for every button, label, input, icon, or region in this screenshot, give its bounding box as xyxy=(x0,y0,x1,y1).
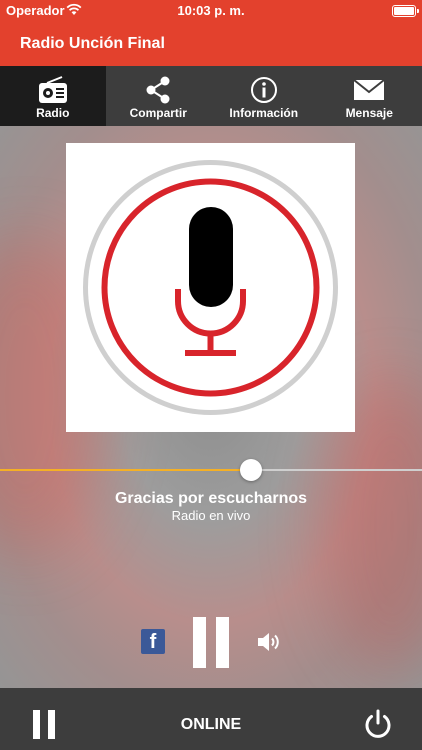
tab-compartir[interactable]: Compartir xyxy=(106,66,212,126)
app-header: Radio Unción Final xyxy=(0,22,422,66)
share-icon xyxy=(146,76,170,104)
mail-icon xyxy=(353,79,385,100)
slider-thumb[interactable] xyxy=(240,459,263,481)
status-bar: Operador 10:03 p. m. xyxy=(0,0,422,22)
player-area: Gracias por escucharnos Radio en vivo f xyxy=(0,126,422,688)
tab-informacion[interactable]: Información xyxy=(211,66,317,126)
cover-art xyxy=(66,143,355,432)
tab-informacion-label: Información xyxy=(229,106,299,120)
bottom-bar: ONLINE xyxy=(0,688,422,750)
microphone-icon xyxy=(83,160,338,415)
tab-mensaje[interactable]: Mensaje xyxy=(317,66,422,126)
progress-slider[interactable] xyxy=(0,459,422,481)
tab-bar: Radio Compartir Información Mensaje xyxy=(0,66,422,126)
radio-icon xyxy=(38,76,67,103)
clock: 10:03 p. m. xyxy=(177,3,245,18)
track-title: Gracias por escucharnos xyxy=(114,490,308,507)
facebook-button[interactable]: f xyxy=(141,629,165,654)
pause-button[interactable] xyxy=(193,617,229,668)
battery-icon xyxy=(392,5,419,17)
slider-fill xyxy=(0,469,252,471)
online-status: ONLINE xyxy=(180,716,242,733)
track-subtitle: Radio en vivo xyxy=(171,508,251,523)
tab-radio[interactable]: Radio xyxy=(0,66,106,126)
app-title: Radio Unción Final xyxy=(20,35,165,52)
info-icon xyxy=(250,77,277,103)
power-icon[interactable] xyxy=(362,708,394,740)
facebook-icon: f xyxy=(149,631,157,653)
tab-mensaje-label: Mensaje xyxy=(345,106,393,120)
tab-radio-label: Radio xyxy=(36,106,70,120)
speaker-icon[interactable] xyxy=(256,630,284,654)
tab-compartir-label: Compartir xyxy=(129,106,187,120)
pause-icon xyxy=(193,617,206,668)
